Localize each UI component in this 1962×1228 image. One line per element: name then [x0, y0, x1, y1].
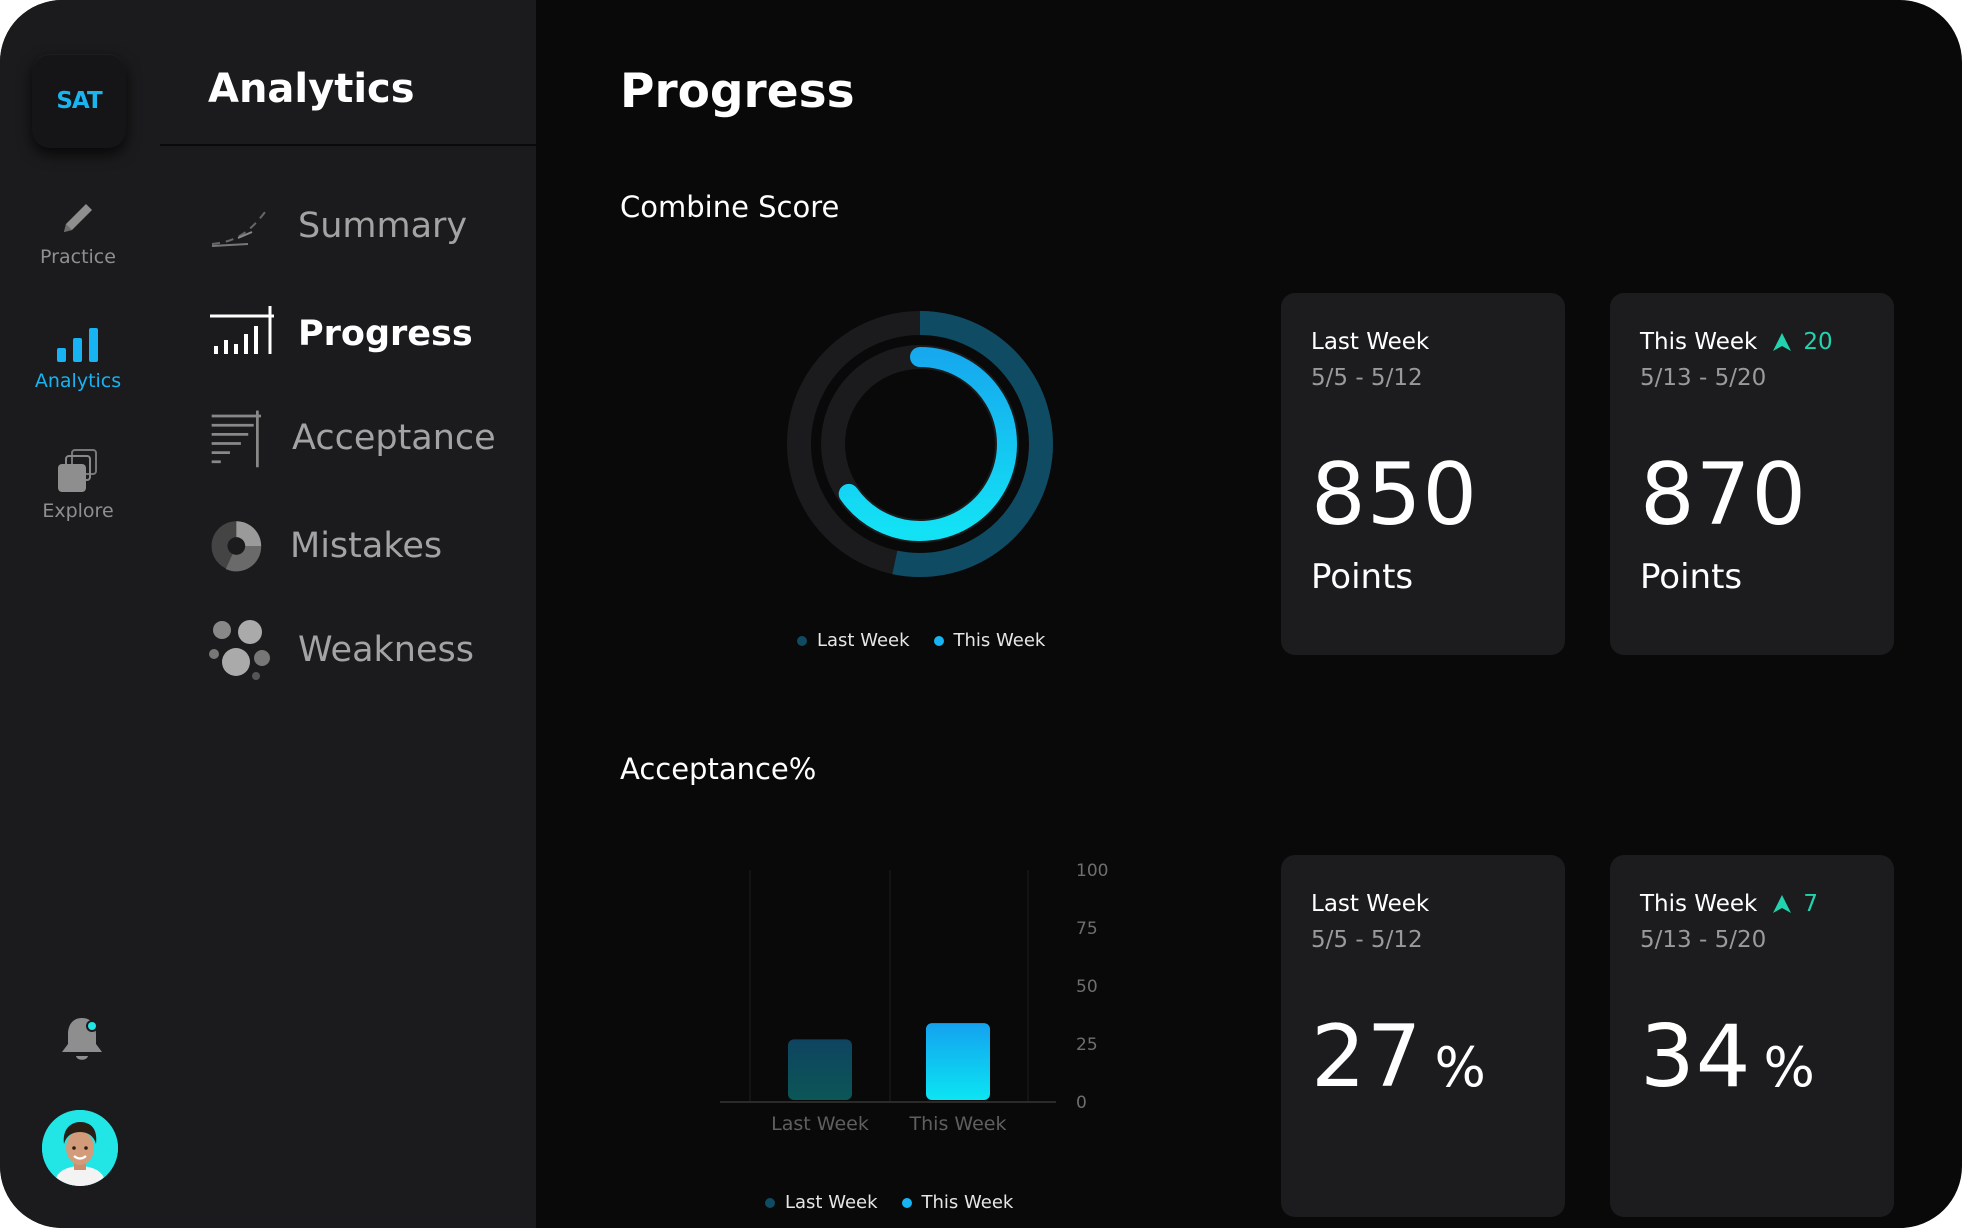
lines-icon	[211, 410, 262, 468]
bell-icon[interactable]	[58, 1014, 106, 1064]
card-unit: Points	[1311, 557, 1414, 597]
subnav-label-progress: Progress	[298, 314, 473, 354]
card-title: This Week 7	[1640, 891, 1818, 917]
y-tick-label: 100	[1076, 861, 1108, 881]
legend-label-this-week: This Week	[921, 1192, 1014, 1213]
card-title-text: This Week	[1640, 329, 1758, 355]
legend-label-this-week: This Week	[953, 630, 1046, 651]
x-tick-label: This Week	[909, 1113, 1007, 1135]
user-avatar[interactable]	[42, 1110, 118, 1186]
legend-label-last-week: Last Week	[817, 630, 910, 651]
arrow-up-icon	[1773, 333, 1792, 351]
pencil-icon	[64, 204, 92, 232]
legend-label-last-week: Last Week	[785, 1192, 878, 1213]
subnav-label-summary: Summary	[298, 206, 468, 246]
rail-label-explore: Explore	[42, 500, 114, 522]
combine-score-title: Combine Score	[620, 190, 840, 224]
pie-icon	[211, 521, 262, 572]
card-value: 850	[1311, 445, 1479, 545]
acceptance-this-week-card: This Week 7 5/13 - 5/20 34%	[1610, 855, 1894, 1217]
y-tick-label: 75	[1076, 919, 1098, 939]
y-tick-label: 25	[1076, 1035, 1098, 1055]
icon-rail: SAT Practice Analytics Explore	[0, 0, 160, 1228]
rail-item-practice[interactable]: Practice	[0, 196, 156, 268]
page-title: Progress	[620, 64, 855, 119]
trend-curve-icon	[211, 207, 269, 247]
card-unit: %	[1763, 1036, 1816, 1099]
legend-dot-last-week	[797, 635, 807, 646]
bar-last-week[interactable]	[788, 1039, 852, 1100]
subnav-item-weakness[interactable]: Weakness	[208, 618, 474, 682]
combine-radial-chart	[787, 311, 1053, 577]
card-title: Last Week	[1311, 891, 1429, 917]
card-value-row: 27%	[1311, 1007, 1487, 1107]
rail-label-analytics: Analytics	[34, 370, 122, 392]
subnav-item-progress[interactable]: Progress	[208, 302, 473, 366]
cards-stack-icon	[58, 449, 97, 492]
acceptance-bar-chart: 100 75 50 25 0 Last Week This Week	[720, 861, 1108, 1135]
bar-chart-icon	[57, 328, 98, 362]
acceptance-legend: Last Week This Week	[765, 1192, 1013, 1213]
progress-bars-icon	[210, 306, 274, 354]
card-title: Last Week	[1311, 329, 1429, 355]
subnav-label-mistakes: Mistakes	[290, 526, 443, 566]
rail-item-analytics[interactable]: Analytics	[0, 324, 156, 392]
card-title-text: Last Week	[1311, 329, 1430, 355]
y-tick-label: 50	[1076, 977, 1098, 997]
card-title-text: This Week	[1640, 891, 1758, 917]
card-dates: 5/13 - 5/20	[1640, 927, 1767, 953]
analytics-subnav: Analytics Summary Progress Acceptance Mi…	[160, 0, 536, 1228]
arrow-up-icon	[1773, 895, 1792, 913]
combine-legend: Last Week This Week	[797, 630, 1045, 651]
acceptance-last-week-card: Last Week 5/5 - 5/12 27%	[1281, 855, 1565, 1217]
card-unit: %	[1434, 1036, 1487, 1099]
card-value-row: 34%	[1640, 1007, 1816, 1107]
subnav-item-mistakes[interactable]: Mistakes	[208, 514, 442, 578]
subnav-item-acceptance[interactable]: Acceptance	[208, 406, 496, 470]
rail-label-practice: Practice	[40, 246, 116, 268]
card-title-text: Last Week	[1311, 891, 1430, 917]
bar-this-week[interactable]	[926, 1023, 990, 1100]
trend-indicator: 20	[1771, 329, 1833, 355]
subnav-label-weakness: Weakness	[298, 630, 474, 670]
card-dates: 5/13 - 5/20	[1640, 365, 1767, 391]
legend-dot-this-week	[933, 635, 944, 646]
subnav-label-acceptance: Acceptance	[292, 418, 496, 458]
bubbles-icon	[209, 620, 270, 680]
subnav-title: Analytics	[208, 66, 415, 112]
x-tick-label: Last Week	[771, 1113, 869, 1135]
card-title: This Week 20	[1640, 329, 1833, 355]
trend-value: 20	[1803, 329, 1833, 355]
trend-indicator: 7	[1771, 891, 1818, 917]
card-unit: Points	[1640, 557, 1743, 597]
combine-last-week-card: Last Week 5/5 - 5/12 850 Points	[1281, 293, 1565, 655]
combine-this-week-card: This Week 20 5/13 - 5/20 870 Points	[1610, 293, 1894, 655]
card-dates: 5/5 - 5/12	[1311, 365, 1423, 391]
card-value: 870	[1640, 445, 1808, 545]
legend-dot-this-week	[901, 1197, 912, 1208]
y-tick-label: 0	[1076, 1093, 1087, 1113]
card-value: 34	[1640, 1007, 1752, 1107]
avatar-image	[42, 1110, 118, 1186]
subnav-divider	[160, 144, 536, 146]
acceptance-title: Acceptance%	[620, 752, 817, 786]
subnav-item-summary[interactable]: Summary	[208, 194, 467, 258]
card-value: 27	[1311, 1007, 1423, 1107]
legend-dot-last-week	[765, 1197, 775, 1208]
card-dates: 5/5 - 5/12	[1311, 927, 1423, 953]
app-window: SAT Practice Analytics Explore Analytics…	[0, 0, 1962, 1228]
rail-item-explore[interactable]: Explore	[0, 446, 156, 522]
sat-logo[interactable]: SAT	[32, 54, 126, 148]
trend-value: 7	[1803, 891, 1818, 917]
